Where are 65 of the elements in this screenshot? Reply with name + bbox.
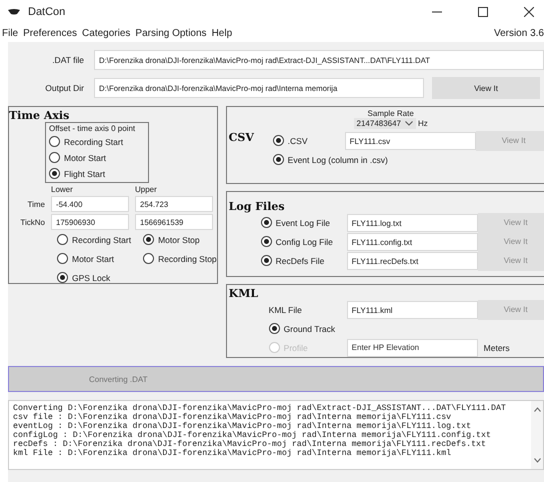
- panel-title: KML: [228, 287, 258, 300]
- panel-title: Time Axis: [9, 109, 70, 122]
- radio-button[interactable]: [268, 323, 280, 334]
- window-title: DatCon: [28, 6, 66, 18]
- menu-item[interactable]: Preferences: [23, 28, 78, 38]
- field-label: KML File: [268, 304, 302, 314]
- scrollbar[interactable]: [531, 401, 543, 469]
- radio-label: Ground Track: [284, 324, 336, 334]
- radio-button[interactable]: [49, 152, 60, 163]
- sample-rate-label: Sample Rate: [368, 109, 414, 118]
- menu-item[interactable]: Help: [212, 28, 232, 38]
- radio-label: Config Log File: [276, 236, 333, 246]
- kml-file-field[interactable]: FLY111.kml: [346, 300, 478, 318]
- radio-label: Event Log File: [276, 218, 330, 228]
- log-file-field[interactable]: FLY111.recDefs.txt: [346, 252, 478, 270]
- radio-label: Motor Start: [72, 254, 114, 264]
- radio-label: GPS Lock: [72, 272, 110, 282]
- scroll-down-icon[interactable]: [534, 458, 540, 463]
- unit-label: Meters: [484, 342, 510, 352]
- radio-label: Motor Start: [64, 152, 106, 162]
- radio-button[interactable]: [57, 253, 68, 264]
- log-file-field[interactable]: FLY111.log.txt: [346, 214, 478, 232]
- radio-button[interactable]: [49, 168, 60, 179]
- panel-title: CSV: [228, 131, 254, 144]
- group-title: Offset - time axis 0 point: [49, 124, 136, 133]
- unit-label: Hz: [418, 119, 428, 128]
- radio-label: Recording Stop: [158, 254, 217, 264]
- radio-label: Flight Start: [64, 168, 106, 178]
- menu-item[interactable]: Categories: [82, 28, 130, 38]
- log-output: Converting D:\Forenzika drona\DJI-forenzika\MavicPro-moj rad\Extract-DJI_ASSISTANT...DAT\FLY111.DAT csv file : D:\Forenzika drona\DJI-forenzika\MavicPro-moj rad\Interna memorija\FLY111.csv eventLog : D:\Forenzika drona\DJI-forenzika\MavicPro-moj rad\Interna memorija\FLY111.log.txt configLog : D:\Forenzika drona\DJI-forenzika\MavicPro-moj rad\Interna memorija\FLY111.config.txt recDefs : D:\Forenzika drona\DJI-forenzika\MavicPro-moj rad\Interna memorija\FLY111.recDefs.txt kml File : D:\Forenzika drona\DJI-forenzika\MavicPro-moj rad\Interna memorija\FLY111.kml: [12, 403, 507, 460]
- field-label: Output Dir: [44, 83, 85, 93]
- chevron-down-icon: [405, 121, 414, 126]
- radio-button[interactable]: [272, 135, 284, 146]
- radio-label: Recording Start: [64, 136, 124, 146]
- csv-file-field[interactable]: FLY111.csv: [344, 132, 476, 150]
- log-file-field[interactable]: FLY111.config.txt: [346, 232, 478, 250]
- sample-rate-dropdown[interactable]: 2147483647: [354, 118, 416, 129]
- version-label: Version 3.6: [494, 28, 544, 38]
- radio-label: .CSV: [288, 136, 308, 146]
- radio-label: Motor Stop: [158, 234, 200, 244]
- menu-item[interactable]: File: [2, 28, 18, 38]
- maximize-icon[interactable]: [478, 7, 488, 17]
- view-button[interactable]: View It: [432, 77, 540, 99]
- radio-label: RecDefs File: [276, 256, 324, 266]
- radio-button[interactable]: [49, 136, 60, 147]
- app-icon: [8, 9, 20, 15]
- scroll-up-icon[interactable]: [534, 407, 540, 412]
- field-label: .DAT file: [51, 55, 85, 65]
- row-label: TickNo: [19, 218, 45, 226]
- radio-button[interactable]: [57, 234, 68, 245]
- panel-title: Log Files: [228, 200, 285, 213]
- radio-button[interactable]: [260, 255, 272, 266]
- radio-button[interactable]: [57, 272, 68, 283]
- radio-label: Recording Start: [72, 234, 132, 244]
- radio-button[interactable]: [272, 154, 284, 165]
- column-label: Upper: [135, 185, 158, 194]
- row-label: Time: [26, 200, 45, 208]
- menu-item[interactable]: Parsing Options: [135, 28, 207, 38]
- radio-button[interactable]: [260, 236, 272, 247]
- radio-button[interactable]: [260, 217, 272, 228]
- radio-button[interactable]: [143, 253, 154, 264]
- radio-button[interactable]: [143, 234, 154, 245]
- radio-label: Event Log (column in .csv): [288, 154, 388, 164]
- close-icon[interactable]: [524, 7, 534, 17]
- column-label: Lower: [51, 185, 74, 194]
